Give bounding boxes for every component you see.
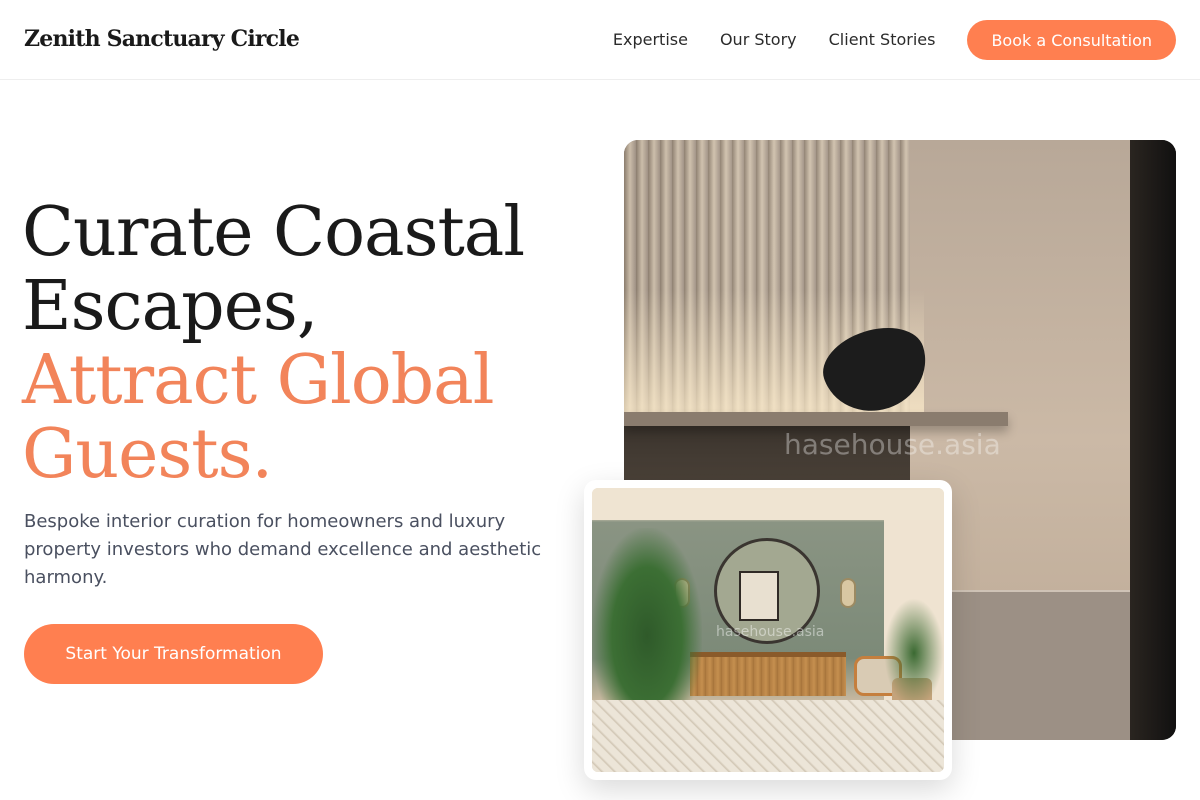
- hero-inset-card: hasehouse.asia: [584, 480, 952, 780]
- inset-rattan-console: [690, 652, 846, 696]
- book-consultation-button[interactable]: Book a Consultation: [967, 20, 1176, 60]
- image-counter: [944, 590, 1130, 740]
- nav-link-our-story[interactable]: Our Story: [720, 20, 797, 60]
- hero-title-accent-1: Attract Global: [22, 341, 494, 420]
- image-dark-edge: [1130, 140, 1176, 740]
- inset-rug: [592, 700, 944, 772]
- image-watermark: hasehouse.asia: [784, 428, 1001, 461]
- inset-watermark: hasehouse.asia: [716, 624, 825, 640]
- hero-title-line-2: Escapes,: [22, 267, 318, 346]
- inset-plant-right: [884, 598, 944, 708]
- start-transformation-button[interactable]: Start Your Transformation: [24, 624, 323, 684]
- inset-plant-left: [592, 528, 702, 708]
- hero-title-line-1: Curate Coastal: [22, 193, 525, 272]
- inset-ceiling: [592, 488, 944, 520]
- nav-link-client-stories[interactable]: Client Stories: [829, 20, 936, 60]
- inset-mirror-artwork: [739, 571, 779, 621]
- hero-subtitle: Bespoke interior curation for homeowners…: [24, 511, 542, 588]
- hero-title: Curate Coastal Escapes, Attract Global G…: [22, 196, 602, 492]
- main-nav: Expertise Our Story Client Stories Book …: [613, 20, 1176, 60]
- site-header: Zenith Sanctuary Circle Expertise Our St…: [0, 0, 1200, 80]
- hero-inset-image: hasehouse.asia: [592, 488, 944, 772]
- inset-sconce-right: [840, 578, 856, 608]
- brand-logo[interactable]: Zenith Sanctuary Circle: [24, 26, 300, 52]
- image-shelf: [624, 412, 1008, 426]
- nav-link-expertise[interactable]: Expertise: [613, 20, 688, 60]
- hero-title-accent-2: Guests.: [22, 415, 273, 494]
